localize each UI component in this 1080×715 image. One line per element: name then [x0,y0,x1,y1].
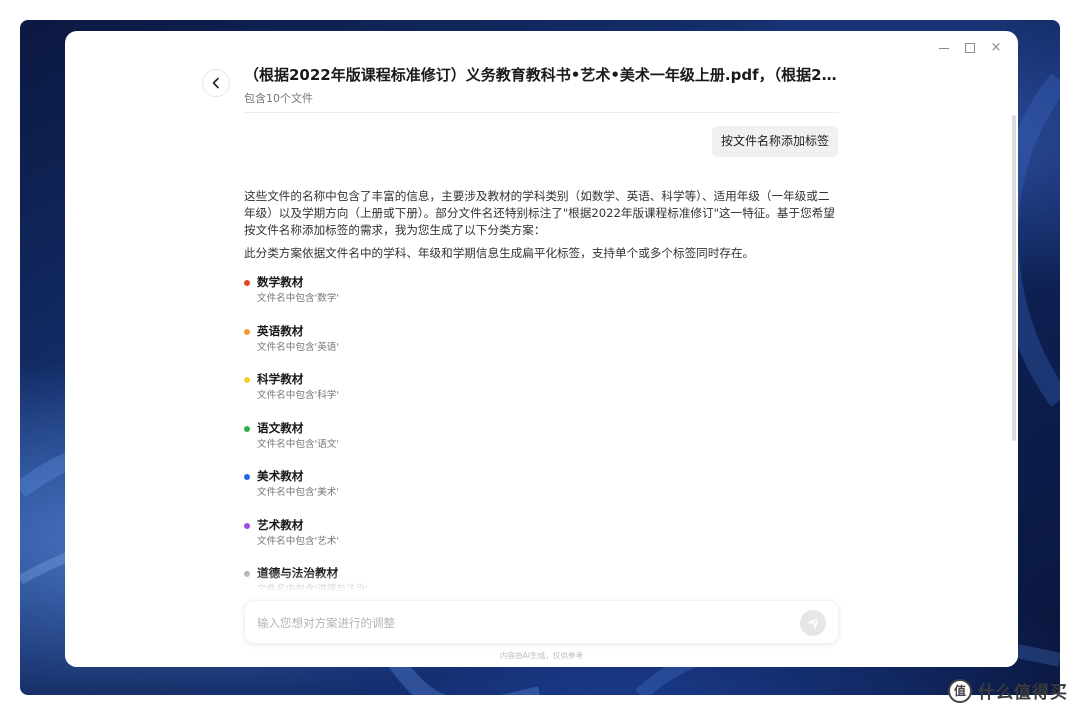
back-button[interactable] [202,69,230,97]
tag-item: 美术教材文件名中包含'美术' [244,466,841,515]
tag-item: 科学教材文件名中包含'科学' [244,369,841,418]
conversation-header: （根据2022年版课程标准修订）义务教育教科书•艺术•美术一年级上册.pdf，（… [244,65,839,106]
tag-name: 科学教材 [257,372,304,386]
watermark-text: 什么值得买 [978,683,1068,703]
tag-item: 艺术教材文件名中包含'艺术' [244,515,841,564]
close-button[interactable]: × [988,40,1004,56]
tag-item: 数学教材文件名中包含'数学' [244,272,841,321]
close-icon: × [990,40,1002,55]
tag-color-dot [244,280,250,286]
tag-color-dot [244,522,250,529]
tag-item: 语文教材文件名中包含'语文' [244,418,841,467]
ai-disclaimer: 内容由AI生成，仅供参考 [499,651,584,660]
tag-description: 文件名中包含'美术' [257,487,340,498]
window-controls: × [936,40,1004,56]
header-divider [244,112,839,113]
send-button[interactable] [800,610,826,636]
tag-color-dot [244,377,250,383]
tag-color-dot [244,328,250,335]
tag-name: 数学教材 [257,275,304,289]
tag-name: 艺术教材 [257,517,304,532]
send-icon [807,617,820,629]
tag-description: 文件名中包含'数学' [257,293,340,304]
tag-description: 文件名中包含'语文' [257,438,340,450]
ai-answer: 这些文件的名称中包含了丰富的信息，主要涉及教材的学科类别（如数学、英语、科学等）… [244,188,841,612]
page-title: （根据2022年版课程标准修订）义务教育教科书•艺术•美术一年级上册.pdf，（… [244,66,839,84]
user-message: 按文件名称添加标签 [711,126,838,157]
tag-description: 文件名中包含'英语' [257,341,340,353]
minimize-icon [939,48,949,49]
tag-color-dot [244,474,250,480]
scrollbar[interactable] [1012,115,1016,441]
tag-name: 语文教材 [257,420,304,435]
tag-color-dot [244,425,250,432]
tag-name: 英语教材 [257,323,304,338]
tag-name: 美术教材 [257,469,304,483]
tag-item: 英语教材文件名中包含'英语' [244,321,841,370]
adjust-input[interactable] [257,613,787,633]
watermark: 值 什么值得买 [948,678,1068,703]
app-window: × （根据2022年版课程标准修订）义务教育教科书•艺术•美术一年级上册.pdf… [65,31,1018,667]
maximize-icon [965,43,975,53]
tag-list: 数学教材 文件名中包含'数学' 英语教材 文件名中包含'英语' 科学教材 文件名中包含'科… [244,272,841,612]
maximize-button[interactable] [962,40,978,56]
answer-scheme: 此分类方案依据文件名中的学科、年级和学期信息生成扁平化标签，支持单个或多个标签同… [244,246,755,260]
tag-description: 文件名中包含'科学' [257,390,340,401]
tag-description: 文件名中包含'艺术' [257,535,340,547]
chevron-left-icon [212,77,219,89]
smzdm-logo-icon: 值 [948,678,972,703]
composer [244,600,839,644]
answer-intro: 这些文件的名称中包含了丰富的信息，主要涉及教材的学科类别（如数学、英语、科学等）… [244,189,835,237]
minimize-button[interactable] [936,40,952,56]
file-count: 包含10个文件 [244,92,313,105]
